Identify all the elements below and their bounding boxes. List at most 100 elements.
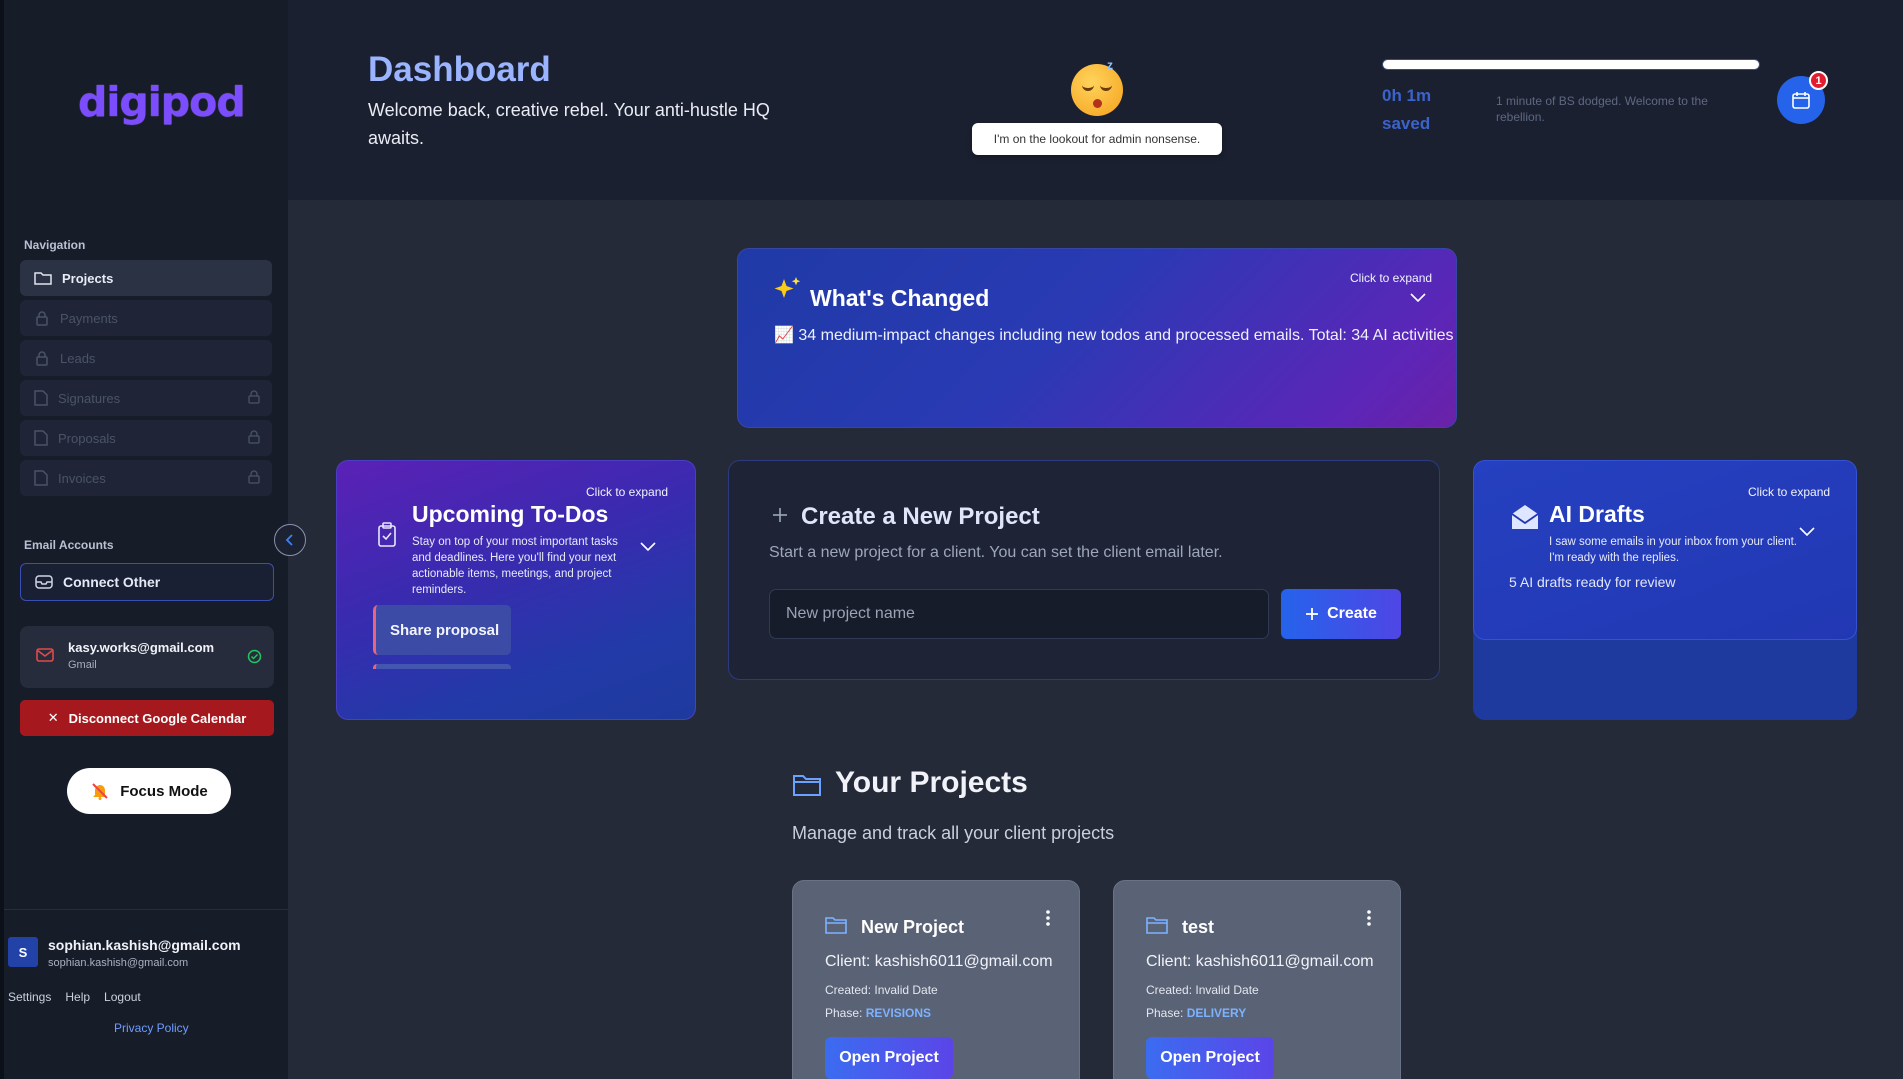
upcoming-todos-title: Upcoming To-Dos bbox=[412, 501, 609, 527]
user-email: sophian.kashish@gmail.com bbox=[48, 957, 189, 969]
more-vertical-icon[interactable] bbox=[1045, 909, 1051, 927]
whats-changed-summary: 📈 34 medium-impact changes including new… bbox=[774, 327, 1457, 344]
sidebar-item-label: Invoices bbox=[58, 470, 106, 486]
mascot-eye bbox=[1082, 85, 1094, 91]
open-project-button[interactable]: Open Project bbox=[1146, 1037, 1274, 1079]
project-card[interactable]: New Project Client: kashish6011@gmail.co… bbox=[792, 880, 1080, 1079]
app-logo[interactable]: digipod bbox=[78, 78, 246, 126]
project-created: Created: Invalid Date bbox=[825, 983, 938, 997]
disconnect-google-calendar-button[interactable]: ✕ Disconnect Google Calendar bbox=[20, 700, 274, 736]
focus-mode-label: Focus Mode bbox=[120, 782, 208, 800]
ai-drafts-description: I saw some emails in your inbox from you… bbox=[1549, 536, 1797, 564]
lock-icon bbox=[36, 351, 48, 366]
clipboard-check-icon bbox=[378, 522, 396, 547]
whats-changed-card[interactable]: What's Changed Click to expand 📈 34 medi… bbox=[737, 248, 1457, 428]
avatar[interactable]: S bbox=[8, 937, 38, 967]
envelope-open-icon bbox=[1511, 505, 1539, 529]
sidebar-footer-links: Settings Help Logout bbox=[8, 990, 141, 1004]
sidebar-item-label: Signatures bbox=[58, 390, 121, 406]
upcoming-todos-card[interactable]: Upcoming To-Dos Click to expand Stay on … bbox=[336, 460, 696, 720]
project-phase: Phase: REVISIONS bbox=[825, 1006, 931, 1020]
page-subtitle: Welcome back, creative rebel. Your anti-… bbox=[368, 100, 770, 148]
progress-fill bbox=[1383, 60, 1759, 69]
your-projects-subtitle: Manage and track all your client project… bbox=[792, 823, 1115, 843]
ai-drafts-count: 5 AI drafts ready for review bbox=[1509, 574, 1676, 590]
page-header: Dashboard Welcome back, creative rebel. … bbox=[288, 0, 1903, 200]
project-name-input[interactable] bbox=[769, 589, 1269, 639]
upcoming-todos-description: Stay on top of your most important tasks… bbox=[412, 536, 618, 596]
sidebar-item-payments[interactable]: Payments bbox=[20, 300, 272, 336]
page-title: Dashboard bbox=[368, 50, 551, 89]
logout-link[interactable]: Logout bbox=[104, 990, 141, 1004]
folder-icon bbox=[34, 272, 52, 285]
settings-link[interactable]: Settings bbox=[8, 990, 51, 1004]
check-circle-icon bbox=[247, 649, 262, 664]
sparkles-icon bbox=[774, 277, 801, 298]
connect-other-button[interactable]: Connect Other bbox=[20, 563, 274, 601]
document-icon bbox=[34, 470, 48, 486]
help-link[interactable]: Help bbox=[65, 990, 90, 1004]
chevron-left-icon bbox=[285, 534, 293, 546]
project-client: Client: kashish6011@gmail.com bbox=[1146, 953, 1374, 970]
sidebar-item-leads[interactable]: Leads bbox=[20, 340, 272, 376]
bell-off-icon bbox=[92, 783, 108, 800]
ai-drafts-panel: AI Drafts Click to expand I saw some ema… bbox=[1473, 460, 1857, 640]
sidebar-divider bbox=[4, 909, 288, 910]
create-project-button[interactable]: Create bbox=[1281, 589, 1401, 639]
document-icon bbox=[34, 390, 48, 406]
mascot-eye bbox=[1100, 85, 1112, 91]
expand-hint: Click to expand bbox=[586, 485, 669, 499]
lock-icon bbox=[248, 430, 260, 444]
project-card[interactable]: test Client: kashish6011@gmail.com Creat… bbox=[1113, 880, 1401, 1079]
plus-icon bbox=[773, 508, 787, 522]
phase-label: Phase: bbox=[1146, 1006, 1184, 1020]
lock-icon bbox=[248, 390, 260, 404]
expand-hint: Click to expand bbox=[1350, 271, 1433, 285]
focus-mode-button[interactable]: Focus Mode bbox=[67, 768, 231, 814]
document-icon bbox=[34, 430, 48, 446]
open-project-button[interactable]: Open Project bbox=[825, 1037, 953, 1079]
sidebar-item-label: Leads bbox=[60, 350, 96, 366]
sleepy-mascot-icon[interactable]: z bbox=[1071, 58, 1123, 116]
more-vertical-icon[interactable] bbox=[1366, 909, 1372, 927]
ai-drafts-title: AI Drafts bbox=[1549, 501, 1645, 527]
chevron-down-icon[interactable] bbox=[1410, 293, 1426, 303]
sidebar-item-projects[interactable]: Projects bbox=[20, 260, 272, 296]
disconnect-label: Disconnect Google Calendar bbox=[68, 710, 247, 726]
sidebar-item-signatures[interactable]: Signatures bbox=[20, 380, 272, 416]
project-name: test bbox=[1182, 917, 1215, 937]
mail-icon bbox=[36, 648, 54, 662]
chevron-down-icon[interactable] bbox=[1799, 527, 1815, 537]
close-icon: ✕ bbox=[47, 710, 59, 725]
sidebar-item-invoices[interactable]: Invoices bbox=[20, 460, 272, 496]
todo-item[interactable]: Share proposal bbox=[373, 605, 511, 655]
mascot-mouth bbox=[1093, 99, 1102, 108]
phase-label: Phase: bbox=[825, 1006, 863, 1020]
folder-icon bbox=[793, 775, 821, 796]
chevron-down-icon[interactable] bbox=[640, 542, 656, 552]
your-projects-title: Your Projects bbox=[835, 766, 1028, 799]
calendar-icon bbox=[1792, 92, 1810, 109]
user-name: sophian.kashish@gmail.com bbox=[48, 937, 241, 953]
time-saved: 0h 1m saved bbox=[1382, 86, 1432, 133]
account-email: kasy.works@gmail.com bbox=[68, 640, 215, 655]
privacy-policy-link[interactable]: Privacy Policy bbox=[114, 1021, 189, 1035]
sidebar-item-proposals[interactable]: Proposals bbox=[20, 420, 272, 456]
sidebar-item-label: Projects bbox=[62, 270, 114, 286]
sidebar-item-label: Proposals bbox=[58, 430, 116, 446]
create-project-title: Create a New Project bbox=[801, 503, 1040, 530]
project-name: New Project bbox=[861, 917, 965, 937]
ai-drafts-card[interactable]: AI Drafts Click to expand I saw some ema… bbox=[1473, 460, 1857, 720]
inbox-icon bbox=[35, 575, 53, 589]
folder-icon bbox=[1146, 917, 1168, 934]
create-project-card: Create a New Project Start a new project… bbox=[728, 460, 1440, 680]
folder-icon bbox=[825, 917, 847, 934]
collapse-sidebar-button[interactable] bbox=[274, 524, 306, 556]
project-created: Created: Invalid Date bbox=[1146, 983, 1259, 997]
todo-item[interactable] bbox=[373, 664, 511, 669]
navigation-label: Navigation bbox=[24, 238, 86, 252]
account-provider: Gmail bbox=[68, 659, 97, 671]
lock-icon bbox=[36, 311, 48, 326]
whats-changed-title: What's Changed bbox=[810, 285, 990, 311]
email-account-card[interactable]: kasy.works@gmail.com Gmail bbox=[20, 626, 274, 688]
